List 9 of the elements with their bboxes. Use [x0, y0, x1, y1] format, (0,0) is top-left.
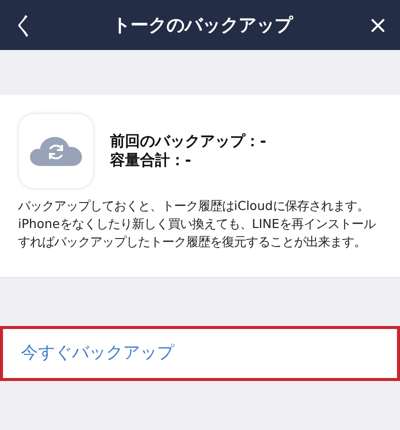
backup-now-button[interactable]: 今すぐバックアップ	[0, 326, 400, 382]
description-text: iPhoneをなくしたり新しく買い換えても、LINEを再インストールすればバックアップしたトーク履歴を復元することが出来ます。	[18, 214, 377, 251]
screen-title: トークのバックアップ	[112, 14, 292, 38]
description-text: バックアップしておくと、トーク履歴はiCloudに保存されます。	[18, 197, 370, 215]
cloud-sync-icon	[29, 135, 83, 167]
back-button[interactable]: く	[0, 13, 49, 37]
last-backup-label: 前回のバックアップ：-	[110, 132, 266, 151]
total-size-label: 容量合計：-	[110, 151, 192, 170]
close-button[interactable]: ×	[356, 13, 400, 37]
